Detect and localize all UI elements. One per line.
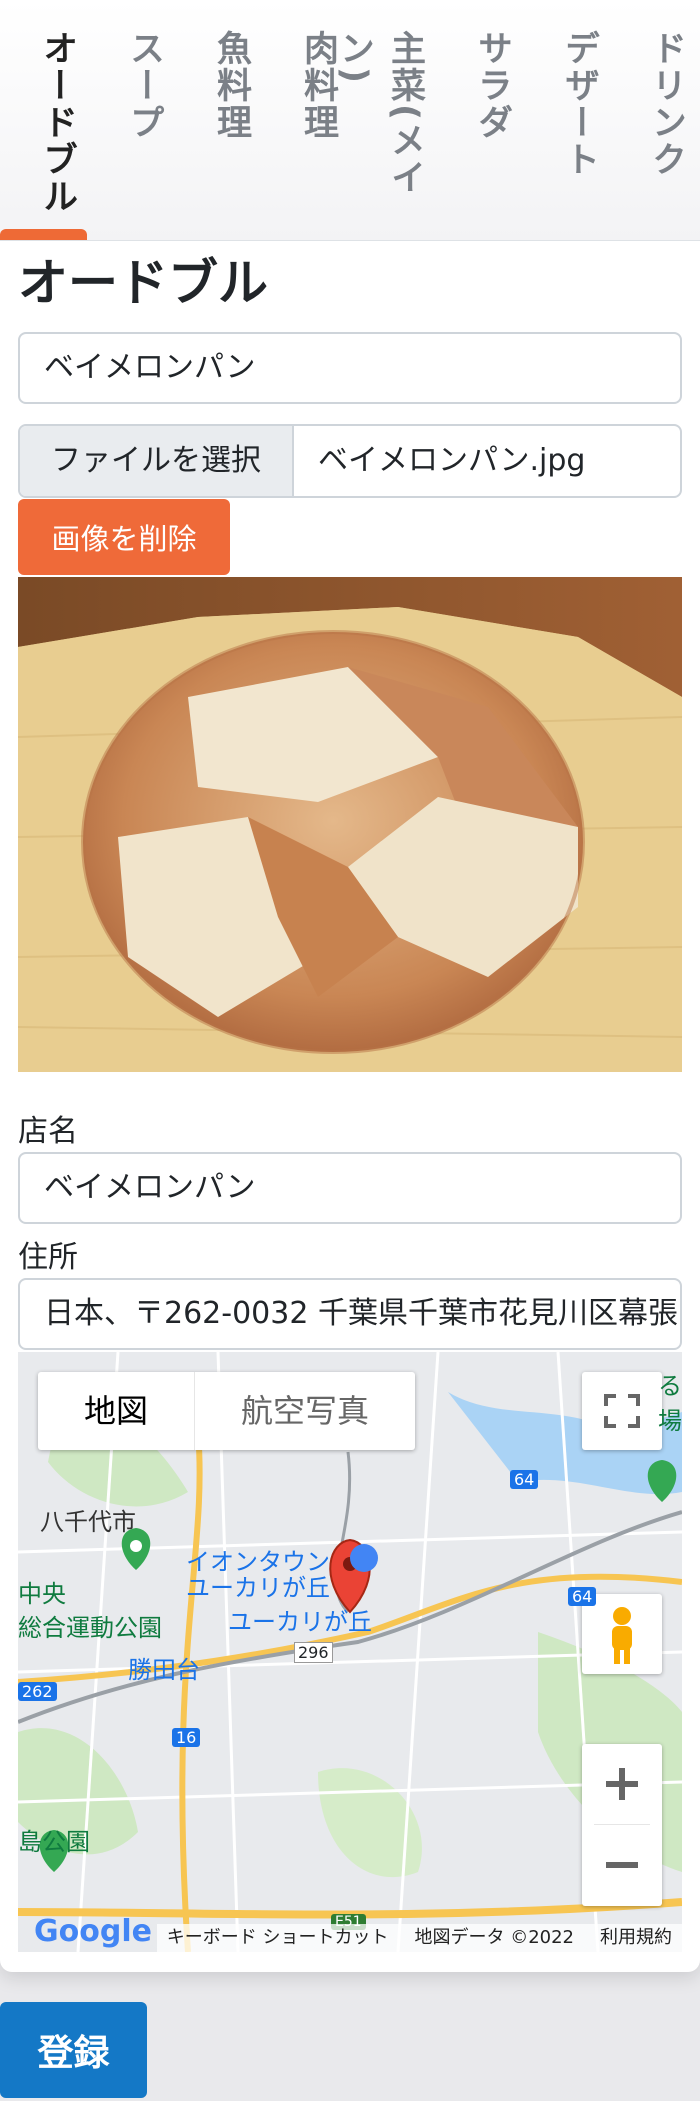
dish-photo [18,577,682,1072]
map-label-island-park: 島公園 [18,1828,90,1856]
terms-link[interactable]: 利用規約 [600,1924,672,1952]
choose-file-button[interactable]: ファイルを選択 [20,426,294,496]
address-input[interactable]: 日本、〒262-0032 千葉県千葉市花見川区幕張 [18,1278,682,1350]
zoom-control [582,1744,662,1906]
map-label-katsutadai: 勝田台 [128,1656,200,1684]
fullscreen-button[interactable] [582,1372,662,1450]
map-label-sogo-park: 総合運動公園 [18,1614,162,1642]
map-type-control: 地図 航空写真 [38,1372,416,1450]
map-attribution: キーボード ショートカット 地図データ ©2022 利用規約 [156,1924,682,1952]
map-label-route-64b: 64 [568,1587,597,1606]
shop-name-label: 店名 [18,1114,78,1149]
tab-soup[interactable]: スープ [114,30,170,141]
zoom-out-button[interactable] [582,1825,662,1905]
plus-icon [606,1768,638,1800]
zoom-in-button[interactable] [582,1744,662,1824]
delete-image-button[interactable]: 画像を削除 [18,499,230,575]
map-type-satellite-button[interactable]: 航空写真 [194,1372,415,1450]
shop-name-input[interactable]: ベイメロンパン [18,1152,682,1224]
map-data-credit: 地図データ ©2022 [414,1927,574,1948]
tab-dessert[interactable]: デザート [549,30,605,178]
tab-fish[interactable]: 魚料理 [201,30,257,141]
minus-icon [606,1862,638,1868]
map-label-route-64: 64 [510,1470,539,1489]
google-map[interactable]: 地図 航空写真 八千代市 イオンタウン ユーカリが丘 ユーカリが丘 中央 総合運… [18,1352,682,1952]
register-button[interactable]: 登録 [0,2002,147,2098]
tab-hors-doeuvre[interactable]: オードブル [27,30,83,215]
category-tabs: オードブル スープ 魚料理 肉料理 主菜(メイン) サラダ デザート ドリンク [0,0,700,241]
street-view-pegman[interactable] [582,1594,662,1674]
tab-drink[interactable]: ドリンク [636,30,692,178]
tab-salad[interactable]: サラダ [462,30,518,141]
address-label: 住所 [18,1240,78,1275]
map-label-route-262: 262 [18,1682,57,1701]
map-label-yukarigaoka-station: ユーカリが丘 [228,1608,372,1636]
tab-main[interactable]: 主菜(メイン) [334,30,431,240]
pegman-icon [612,1607,632,1664]
active-tab-indicator [0,229,87,240]
melon-pan-photo [18,577,682,1072]
image-file-input[interactable]: ファイルを選択 ベイメロンパン.jpg [18,424,682,498]
google-logo: Google [34,1914,152,1949]
selected-file-name: ベイメロンパン.jpg [318,443,586,478]
map-label-route-16: 16 [172,1728,201,1747]
form-card: オードブル スープ 魚料理 肉料理 主菜(メイン) サラダ デザート ドリンク … [0,0,700,1972]
map-type-map-button[interactable]: 地図 [38,1372,194,1450]
section-title: オードブル [18,254,268,312]
map-label-route-296: 296 [294,1642,333,1663]
map-label-edge: る場 [658,1372,682,1435]
dish-name-input[interactable]: ベイメロンパン [18,332,682,404]
map-label-naka: 中央 [18,1580,66,1608]
keyboard-shortcuts-link[interactable]: キーボード ショートカット [167,1924,389,1952]
map-label-yukarigaoka: ユーカリが丘 [186,1574,330,1602]
fullscreen-icon [604,1394,640,1428]
map-label-yachiyo: 八千代市 [40,1508,136,1536]
